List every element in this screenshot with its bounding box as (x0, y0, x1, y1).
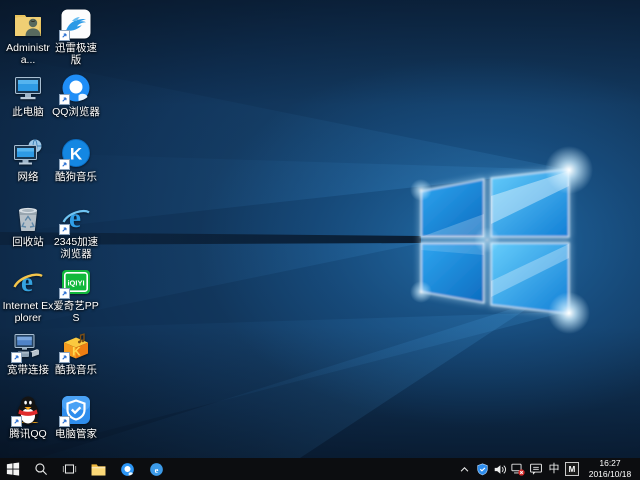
action-center-icon (529, 462, 543, 476)
task-view-button[interactable] (55, 458, 84, 480)
desktop-icon-label: QQ浏览器 (50, 106, 102, 118)
desktop-icon-pc-manager[interactable]: 电脑管家 (50, 394, 102, 440)
taskbar: e 中 M 16:27 (0, 458, 640, 480)
show-hidden-icons-button[interactable] (456, 458, 472, 480)
desktop-icon-kugou-music[interactable]: K 酷狗音乐 (50, 137, 102, 183)
qq-browser-ring-icon (120, 462, 135, 477)
desktop-icon-label: 此电脑 (2, 106, 54, 118)
desktop-icon-label: Internet Explorer (2, 300, 54, 324)
kugou-k-circle-icon: K (60, 137, 92, 169)
network-globe-icon (12, 137, 44, 169)
svg-text:K: K (72, 345, 81, 359)
desktop-icon-label: 腾讯QQ (2, 428, 54, 440)
iqiyi-green-icon: iQIYI (60, 266, 92, 298)
desktop-icon-recycle-bin[interactable]: 回收站 (2, 202, 54, 248)
ie-e-icon: e (12, 266, 44, 298)
computer-monitor-icon (12, 72, 44, 104)
svg-text:K: K (70, 145, 83, 164)
shortcut-arrow-icon (59, 94, 70, 105)
shield-check-icon (60, 394, 92, 426)
volume-speaker-icon (493, 463, 507, 476)
start-button[interactable] (0, 458, 26, 480)
svg-text:e: e (155, 464, 159, 474)
shortcut-arrow-icon (11, 416, 22, 427)
network-disconnected-icon (511, 462, 525, 476)
security-tray-button[interactable] (474, 458, 490, 480)
desktop-icon-this-pc[interactable]: 此电脑 (2, 72, 54, 118)
desktop-icon-label: 宽带连接 (2, 364, 54, 376)
desktop-icon-internet-explorer[interactable]: e Internet Explorer (2, 266, 54, 324)
shortcut-arrow-icon (59, 416, 70, 427)
search-button[interactable] (26, 458, 55, 480)
desktop-icon-xunlei[interactable]: 迅雷极速版 (50, 8, 102, 66)
shortcut-arrow-icon (59, 224, 70, 235)
svg-text:e: e (69, 203, 81, 233)
shortcut-arrow-icon (59, 159, 70, 170)
blue-e-browser-icon: e (60, 202, 92, 234)
desktop-icon-tencent-qq[interactable]: 腾讯QQ (2, 394, 54, 440)
desktop-icon-iqiyi-pps[interactable]: iQIYI 爱奇艺PPS (50, 266, 102, 324)
system-tray: 中 M 16:27 2016/10/18 (455, 458, 640, 480)
task-view-icon (62, 462, 77, 476)
desktop-icon-label: Administra... (2, 42, 54, 66)
file-explorer-button[interactable] (84, 458, 113, 480)
chevron-up-icon (459, 464, 470, 475)
volume-tray-button[interactable] (492, 458, 508, 480)
network-tray-button[interactable] (510, 458, 526, 480)
desktop-icon-label: 2345加速浏览器 (50, 236, 102, 260)
desktop-icon-kuwo-music[interactable]: K 酷我音乐 (50, 330, 102, 376)
qq-browser-ring-icon (60, 72, 92, 104)
ime-chinese-icon: 中 (549, 458, 560, 480)
2345-browser-taskbar-button[interactable]: e (142, 458, 171, 480)
input-method-m-icon: M (565, 462, 579, 476)
desktop-icon-label: 回收站 (2, 236, 54, 248)
windows-start-icon (6, 462, 20, 476)
search-icon (34, 462, 48, 476)
desktop-icon-label: 网络 (2, 171, 54, 183)
taskbar-clock[interactable]: 16:27 2016/10/18 (584, 458, 636, 479)
windows-desktop-screen: Administra... 迅雷极速版 此电脑 QQ浏览器 (0, 0, 640, 480)
blue-e-circle-icon: e (149, 462, 164, 477)
desktop-icon-qq-browser[interactable]: QQ浏览器 (50, 72, 102, 118)
svg-text:e: e (21, 267, 33, 297)
action-center-button[interactable] (528, 458, 544, 480)
shortcut-arrow-icon (11, 352, 22, 363)
shortcut-arrow-icon (59, 30, 70, 41)
clock-time: 16:27 (584, 458, 636, 469)
svg-text:iQIYI: iQIYI (67, 279, 84, 288)
broadband-computers-icon (12, 330, 44, 362)
ime-indicator[interactable]: 中 (546, 458, 562, 480)
file-explorer-icon (91, 463, 106, 476)
qq-browser-taskbar-button[interactable] (113, 458, 142, 480)
desktop-icon-label: 爱奇艺PPS (50, 300, 102, 324)
xunlei-bird-icon (60, 8, 92, 40)
clock-date: 2016/10/18 (584, 469, 636, 480)
shortcut-arrow-icon (59, 288, 70, 299)
desktop-icon-administrator[interactable]: Administra... (2, 8, 54, 66)
desktop-icon-label: 酷我音乐 (50, 364, 102, 376)
desktop-icon-network[interactable]: 网络 (2, 137, 54, 183)
desktop-icon-broadband[interactable]: 宽带连接 (2, 330, 54, 376)
shortcut-arrow-icon (59, 352, 70, 363)
kuwo-box-icon: K (60, 330, 92, 362)
desktop-icon-label: 酷狗音乐 (50, 171, 102, 183)
input-method-button[interactable]: M (564, 458, 580, 480)
security-shield-icon (476, 463, 489, 476)
desktop-icon-label: 电脑管家 (50, 428, 102, 440)
user-folder-icon (12, 8, 44, 40)
desktop-icon-2345-browser[interactable]: e 2345加速浏览器 (50, 202, 102, 260)
qq-penguin-icon (12, 394, 44, 426)
recycle-bin-icon (12, 202, 44, 234)
desktop-icon-label: 迅雷极速版 (50, 42, 102, 66)
desktop-background[interactable]: Administra... 迅雷极速版 此电脑 QQ浏览器 (0, 0, 640, 480)
